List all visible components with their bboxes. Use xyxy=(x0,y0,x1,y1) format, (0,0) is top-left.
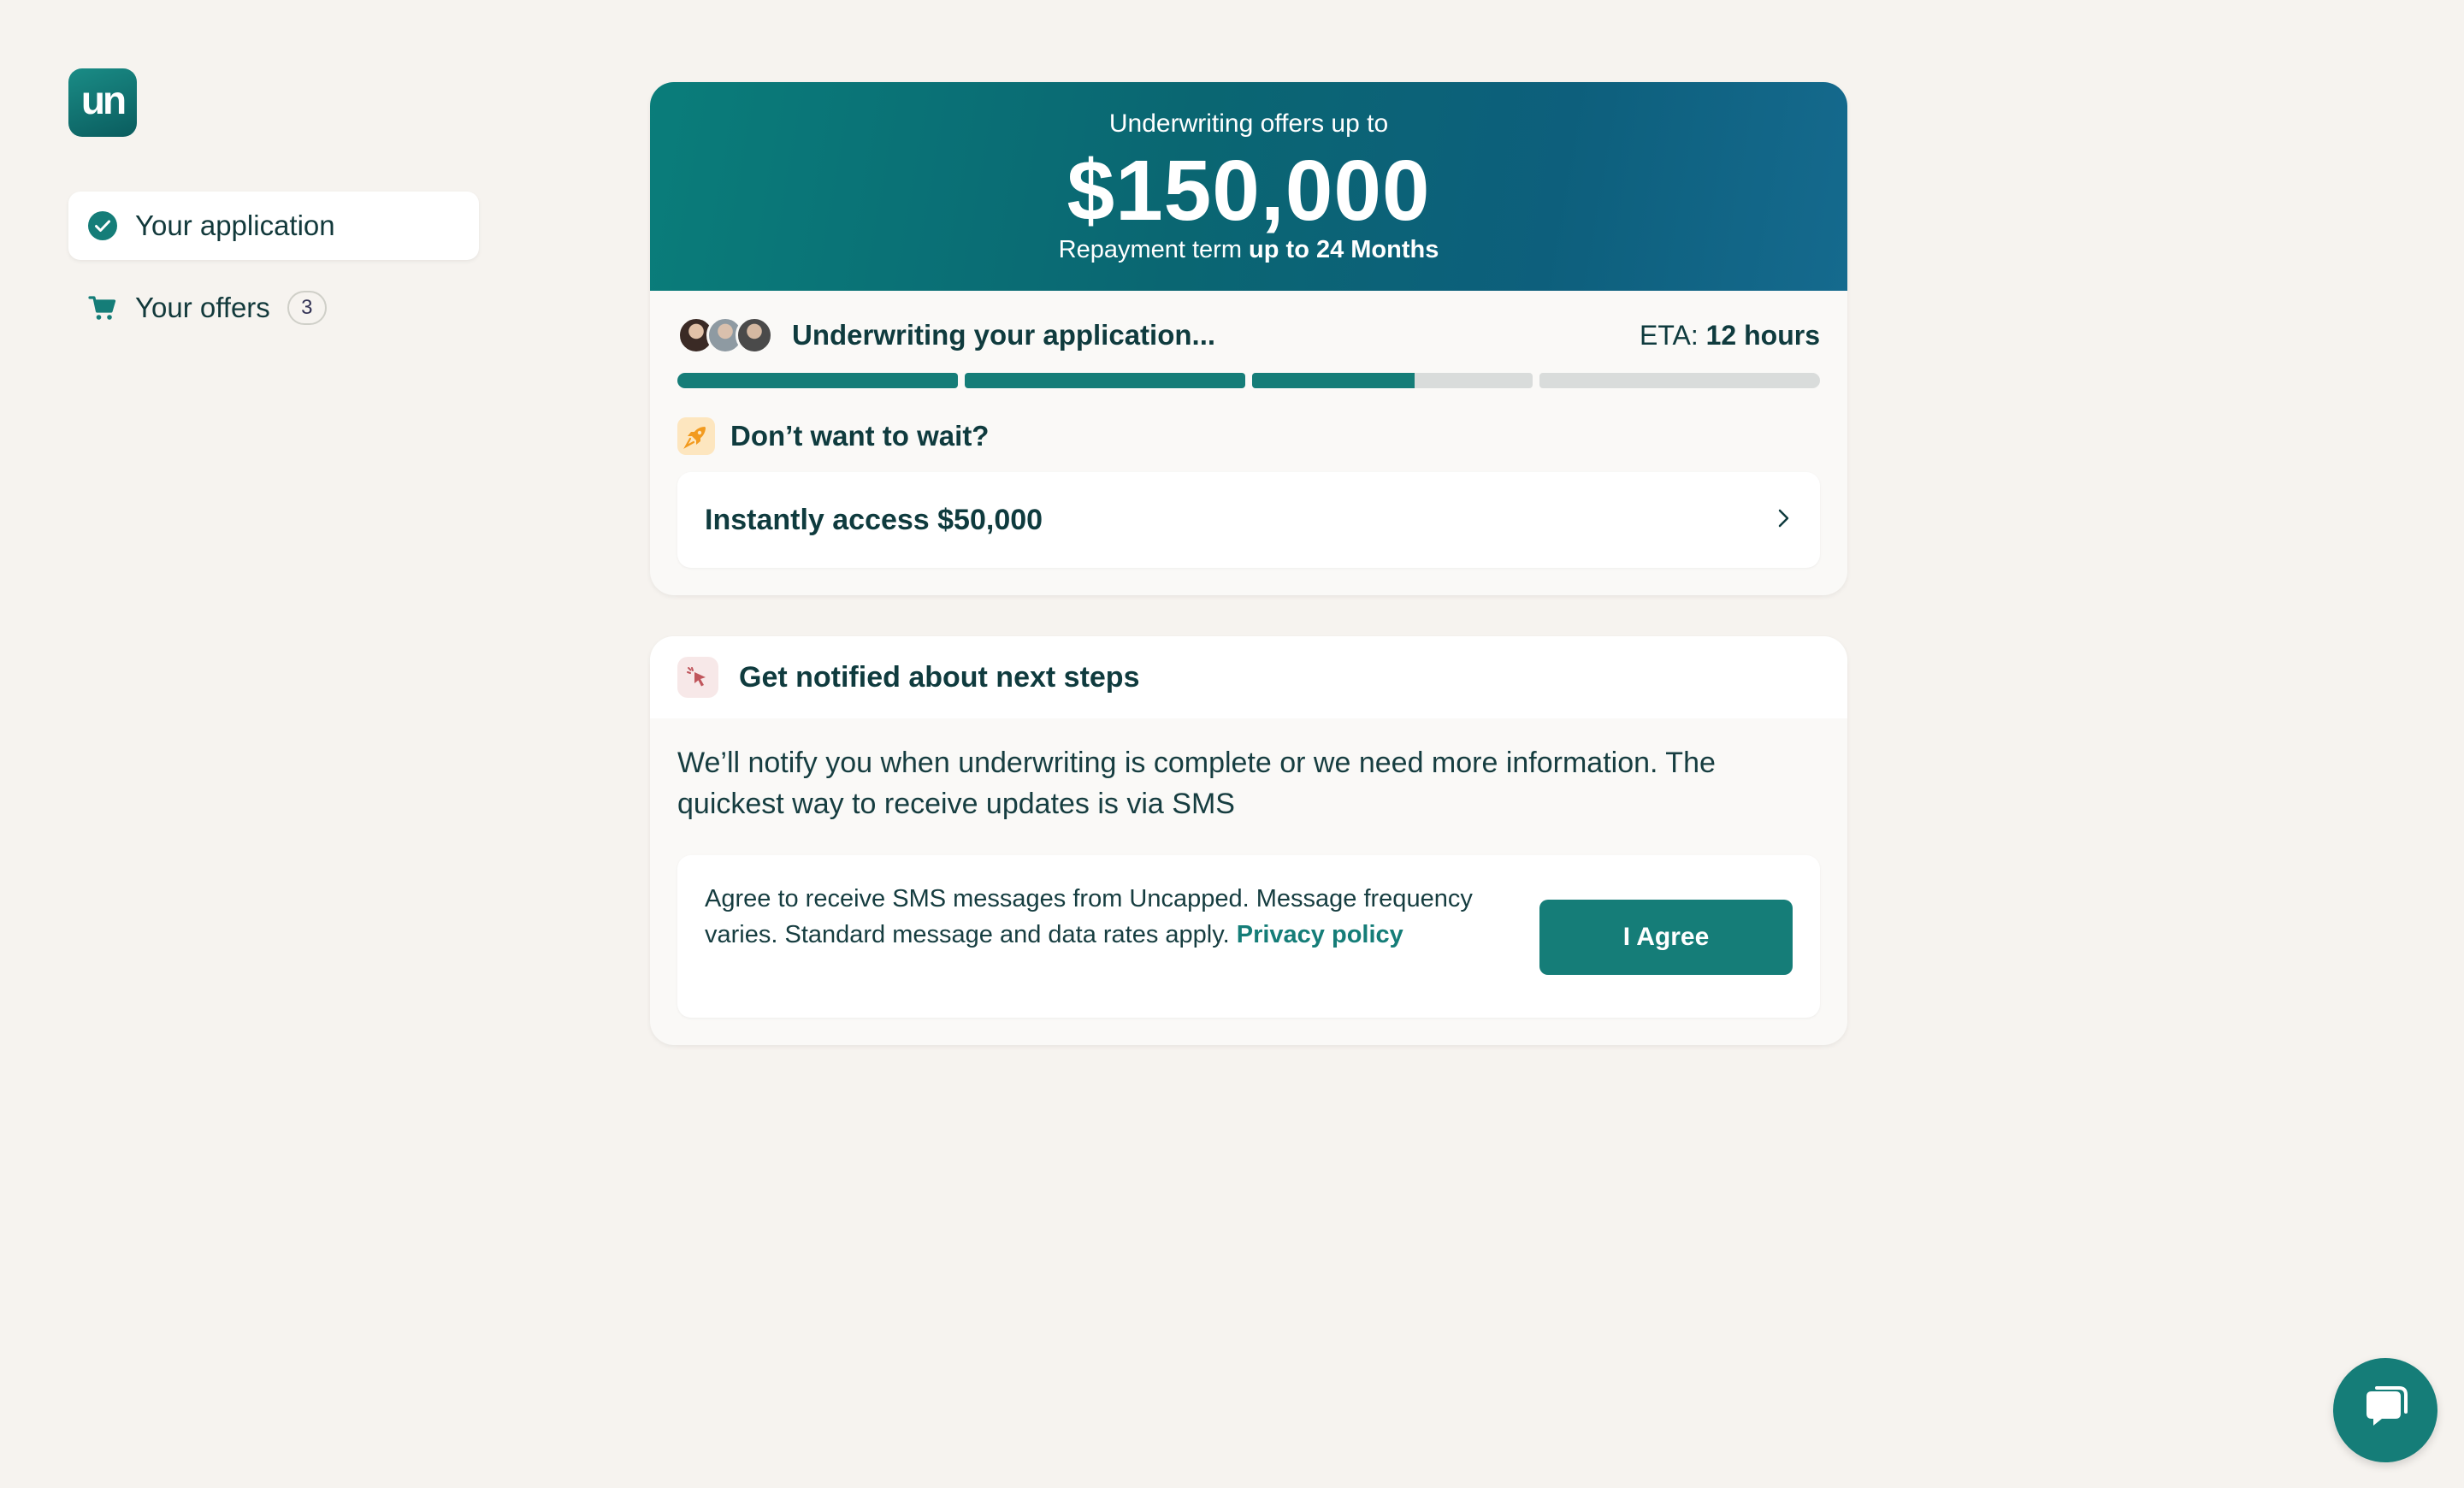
sidebar-item-your-offers[interactable]: Your offers 3 xyxy=(68,274,479,342)
eta: ETA: 12 hours xyxy=(1640,320,1820,351)
progress-segment-fill xyxy=(965,373,1245,388)
progress-segment xyxy=(965,373,1245,388)
instant-access-button[interactable]: Instantly access $50,000 xyxy=(677,472,1820,568)
chevron-right-icon xyxy=(1774,506,1793,534)
underwriting-card: Underwriting offers up to $150,000 Repay… xyxy=(650,82,1847,595)
eta-value: 12 hours xyxy=(1705,319,1820,351)
sms-consent-box: Agree to receive SMS messages from Uncap… xyxy=(677,855,1820,1018)
notifications-body: We’ll notify you when underwriting is co… xyxy=(677,747,1716,820)
chat-launcher-button[interactable] xyxy=(2333,1358,2437,1462)
logo-text: un xyxy=(80,78,127,122)
hero-subtitle: Underwriting offers up to xyxy=(1108,109,1389,138)
progress-segment xyxy=(677,373,958,388)
offer-hero-banner: Underwriting offers up to $150,000 Repay… xyxy=(650,82,1847,291)
eta-label: ETA: xyxy=(1639,319,1699,351)
progress-segment xyxy=(1252,373,1533,388)
cursor-click-icon xyxy=(677,657,718,698)
hero-amount: $150,000 xyxy=(1067,143,1431,239)
rocket-icon xyxy=(677,417,715,455)
check-circle-icon xyxy=(87,210,118,241)
dont-wait-row: Don’t want to wait? xyxy=(677,417,989,455)
progress-segment-fill xyxy=(1252,373,1415,388)
dont-wait-title: Don’t want to wait? xyxy=(730,420,990,452)
i-agree-button[interactable]: I Agree xyxy=(1539,900,1793,975)
offers-count-badge: 3 xyxy=(287,291,327,325)
hero-repayment-term: Repayment term up to 24 Months xyxy=(650,236,1847,264)
sidebar-item-label: Your offers xyxy=(135,292,270,323)
notifications-title: Get notified about next steps xyxy=(739,660,1140,694)
sidebar-item-label: Your application xyxy=(135,210,335,241)
chat-icon xyxy=(2360,1383,2411,1438)
notifications-card-header: Get notified about next steps xyxy=(650,636,1847,718)
term-value: up to 24 Months xyxy=(1249,236,1439,263)
underwriter-avatars xyxy=(677,316,773,354)
notifications-card: Get notified about next steps We’ll noti… xyxy=(650,636,1847,1045)
underwriting-progress-bar xyxy=(677,373,1820,388)
privacy-policy-link[interactable]: Privacy policy xyxy=(1237,921,1403,948)
underwriting-status-title: Underwriting your application... xyxy=(792,319,1216,351)
term-prefix: Repayment term xyxy=(1058,236,1242,263)
progress-segment-fill xyxy=(677,373,958,388)
progress-segment xyxy=(1539,373,1820,388)
cart-icon xyxy=(87,292,118,323)
page: un Your application Your offers 3 Underw… xyxy=(0,0,2464,1488)
sms-consent-text: Agree to receive SMS messages from Uncap… xyxy=(705,881,1509,953)
instant-access-label: Instantly access $50,000 xyxy=(705,503,1043,536)
sidebar-item-your-application[interactable]: Your application xyxy=(68,192,479,260)
uncapped-logo[interactable]: un xyxy=(68,68,137,137)
avatar xyxy=(736,316,773,354)
underwriting-status-row: Underwriting your application... ETA: 12… xyxy=(677,315,1820,356)
